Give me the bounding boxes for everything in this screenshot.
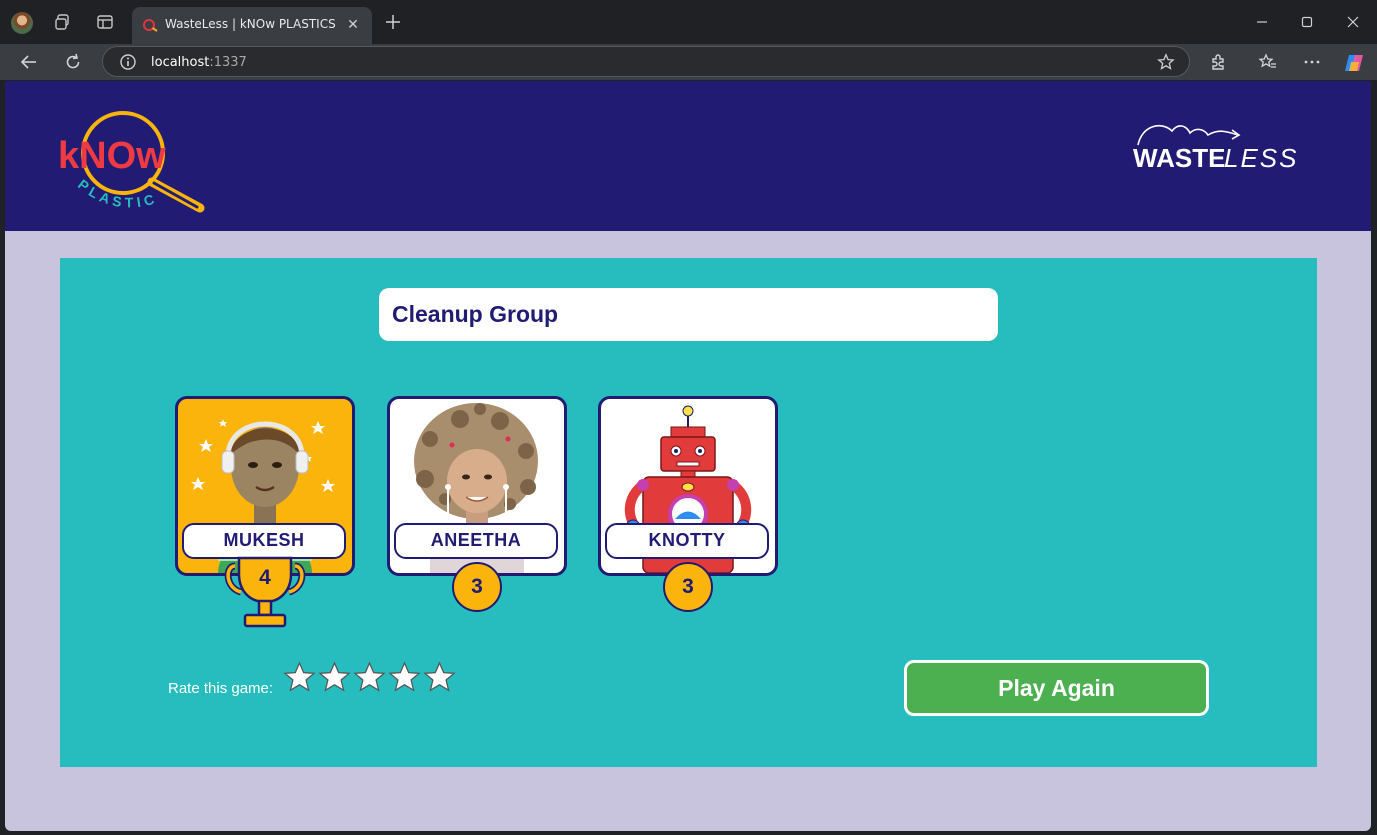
extensions-icon[interactable]	[1209, 52, 1229, 72]
player-score: 3	[452, 562, 502, 612]
browser-toolbar: localhost:1337	[0, 44, 1377, 80]
profile-avatar[interactable]	[11, 12, 33, 34]
more-menu-icon[interactable]	[1302, 52, 1322, 72]
rating-star-1-icon[interactable]	[283, 661, 316, 694]
player-score: 3	[663, 562, 713, 612]
rating-star-3-icon[interactable]	[353, 661, 386, 694]
back-arrow-icon[interactable]	[19, 52, 39, 72]
player-name: KNOTTY	[605, 523, 769, 559]
group-title: Cleanup Group	[392, 301, 559, 327]
site-favicon-icon	[143, 19, 158, 32]
favorites-icon[interactable]	[1258, 52, 1278, 72]
logo-waste-word: WASTE	[1133, 143, 1225, 173]
rating-star-5-icon[interactable]	[423, 661, 456, 694]
tab-close-icon[interactable]: ✕	[344, 15, 362, 33]
winner-trophy: 4	[223, 556, 307, 631]
play-again-button[interactable]: Play Again	[904, 660, 1209, 716]
workspaces-icon[interactable]	[53, 12, 73, 32]
player-name: MUKESH	[182, 523, 346, 559]
player-card-1: MUKESH 4	[175, 396, 355, 628]
tab-actions-icon[interactable]	[95, 12, 115, 32]
player-card-3: KNOTTY 3	[598, 396, 778, 612]
browser-tab-active[interactable]: WasteLess | kNOw PLASTICS ✕	[132, 7, 372, 44]
player-card-2: ANEETHA 3	[387, 396, 567, 612]
tab-title: WasteLess | kNOw PLASTICS	[165, 17, 336, 31]
logo-less-word: LESS	[1224, 143, 1299, 173]
url-host: localhost	[151, 55, 210, 70]
site-header: kNOw PLASTICS WASTE LESS	[5, 81, 1371, 231]
rating-star-2-icon[interactable]	[318, 661, 351, 694]
copilot-icon[interactable]	[1343, 52, 1363, 72]
address-bar[interactable]: localhost:1337	[102, 46, 1190, 77]
player-name: ANEETHA	[394, 523, 558, 559]
reload-icon[interactable]	[63, 52, 83, 72]
rating-label: Rate this game:	[168, 680, 274, 697]
logo-know-word: kNOw	[58, 135, 166, 177]
url-port: :1337	[209, 55, 247, 70]
site-info-icon[interactable]	[119, 53, 137, 71]
wasteless-logo[interactable]: WASTE LESS	[1132, 119, 1307, 174]
close-window-icon[interactable]	[1343, 12, 1363, 32]
game-results-panel: Cleanup Group MUKESH 4 ANEETHA 3 KNOTTY …	[60, 258, 1317, 767]
player-score: 4	[259, 566, 271, 589]
page-viewport: kNOw PLASTICS WASTE LESS Cleanup Group	[5, 81, 1371, 831]
maximize-icon[interactable]	[1297, 12, 1317, 32]
rating-stars	[283, 661, 456, 694]
minimize-icon[interactable]	[1252, 12, 1272, 32]
favorite-star-icon[interactable]	[1157, 53, 1175, 71]
group-name-box: Cleanup Group	[379, 288, 998, 341]
know-plastics-logo[interactable]: kNOw PLASTICS	[55, 108, 205, 220]
url-text: localhost:1337	[151, 55, 247, 70]
browser-titlebar: WasteLess | kNOw PLASTICS ✕	[0, 0, 1377, 44]
rating-star-4-icon[interactable]	[388, 661, 421, 694]
new-tab-icon[interactable]	[383, 12, 403, 32]
